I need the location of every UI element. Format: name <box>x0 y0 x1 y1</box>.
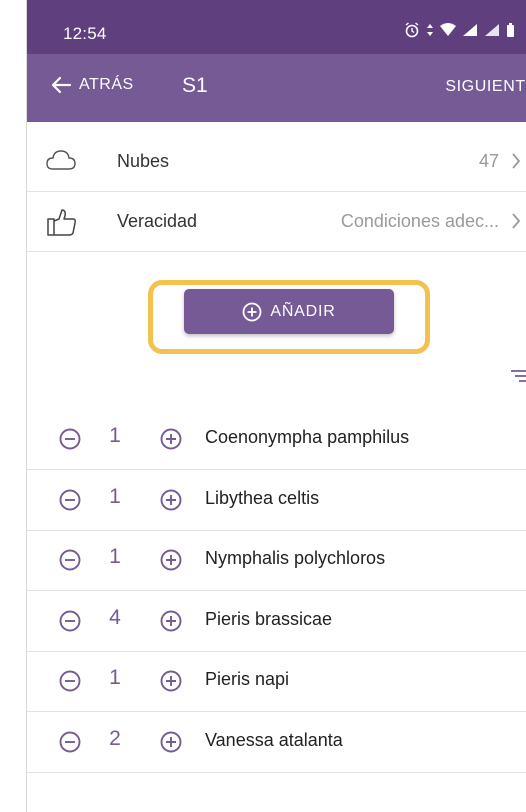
species-count: 2 <box>109 726 121 750</box>
plus-circle-icon[interactable] <box>160 670 182 692</box>
minus-circle-icon[interactable] <box>59 428 81 450</box>
plus-circle-icon[interactable] <box>160 489 182 511</box>
species-row: 1 Coenonympha pamphilus <box>27 409 526 470</box>
minus-circle-icon[interactable] <box>59 489 81 511</box>
species-count: 1 <box>109 484 121 508</box>
filter-icon[interactable] <box>509 368 526 384</box>
minus-circle-icon[interactable] <box>59 610 81 632</box>
minus-circle-icon[interactable] <box>59 670 81 692</box>
chevron-right-icon <box>512 213 521 229</box>
data-arrows-icon <box>427 24 433 36</box>
left-gutter <box>0 0 26 812</box>
app-screen: 12:54 ATRÁS S1 SIGUIENTE Nubes 47 Veraci… <box>26 0 526 812</box>
species-name: Nymphalis polychloros <box>205 548 386 568</box>
species-name: Vanessa atalanta <box>205 729 343 750</box>
plus-circle-icon[interactable] <box>160 549 182 571</box>
battery-icon <box>507 22 514 37</box>
species-count: 1 <box>109 666 121 689</box>
chevron-right-icon <box>512 153 521 169</box>
species-count: 1 <box>109 545 121 568</box>
add-button[interactable]: AÑADIR <box>184 289 394 334</box>
back-button[interactable]: ATRÁS <box>51 76 134 94</box>
signal-2-icon <box>485 24 499 36</box>
next-button[interactable]: SIGUIENTE <box>445 78 526 96</box>
clouds-label: Nubes <box>117 151 170 171</box>
veracity-value: Condiciones adec... <box>340 211 499 231</box>
species-row: 4 Pieris brassicae <box>27 591 526 652</box>
alarm-icon <box>405 22 419 38</box>
add-button-label: AÑADIR <box>270 302 336 320</box>
species-count: 4 <box>109 605 121 629</box>
plus-circle-icon[interactable] <box>160 731 182 753</box>
status-bar: 12:54 <box>27 0 526 54</box>
cloud-icon <box>46 150 76 170</box>
page-title: S1 <box>182 74 208 97</box>
clouds-value: 47 <box>478 151 499 171</box>
species-name: Pieris napi <box>205 669 290 689</box>
arrow-left-icon <box>51 76 71 94</box>
species-row: 1 Libythea celtis <box>27 470 526 531</box>
species-name: Pieris brassicae <box>205 608 333 629</box>
minus-circle-icon[interactable] <box>59 731 81 753</box>
species-count: 1 <box>109 424 121 447</box>
signal-icon <box>463 24 477 36</box>
species-row: 1 Nymphalis polychloros <box>27 530 526 591</box>
species-name: Libythea celtis <box>205 487 320 508</box>
species-row: 1 Pieris napi <box>27 651 526 712</box>
wifi-icon <box>440 23 456 36</box>
veracity-row[interactable]: Veracidad Condiciones adec... <box>27 193 526 252</box>
species-row: 2 Vanessa atalanta <box>27 712 526 773</box>
plus-circle-icon[interactable] <box>160 428 182 450</box>
veracity-label: Veracidad <box>117 211 198 231</box>
species-name: Coenonympha pamphilus <box>205 427 410 447</box>
thumbs-up-icon <box>47 209 76 236</box>
app-bar: ATRÁS S1 SIGUIENTE <box>27 54 526 122</box>
clouds-row[interactable]: Nubes 47 <box>27 133 526 192</box>
status-icons <box>404 22 515 38</box>
status-time: 12:54 <box>63 24 107 43</box>
plus-circle-icon <box>242 302 262 321</box>
minus-circle-icon[interactable] <box>59 549 81 571</box>
plus-circle-icon[interactable] <box>160 610 182 632</box>
back-label: ATRÁS <box>79 76 134 93</box>
